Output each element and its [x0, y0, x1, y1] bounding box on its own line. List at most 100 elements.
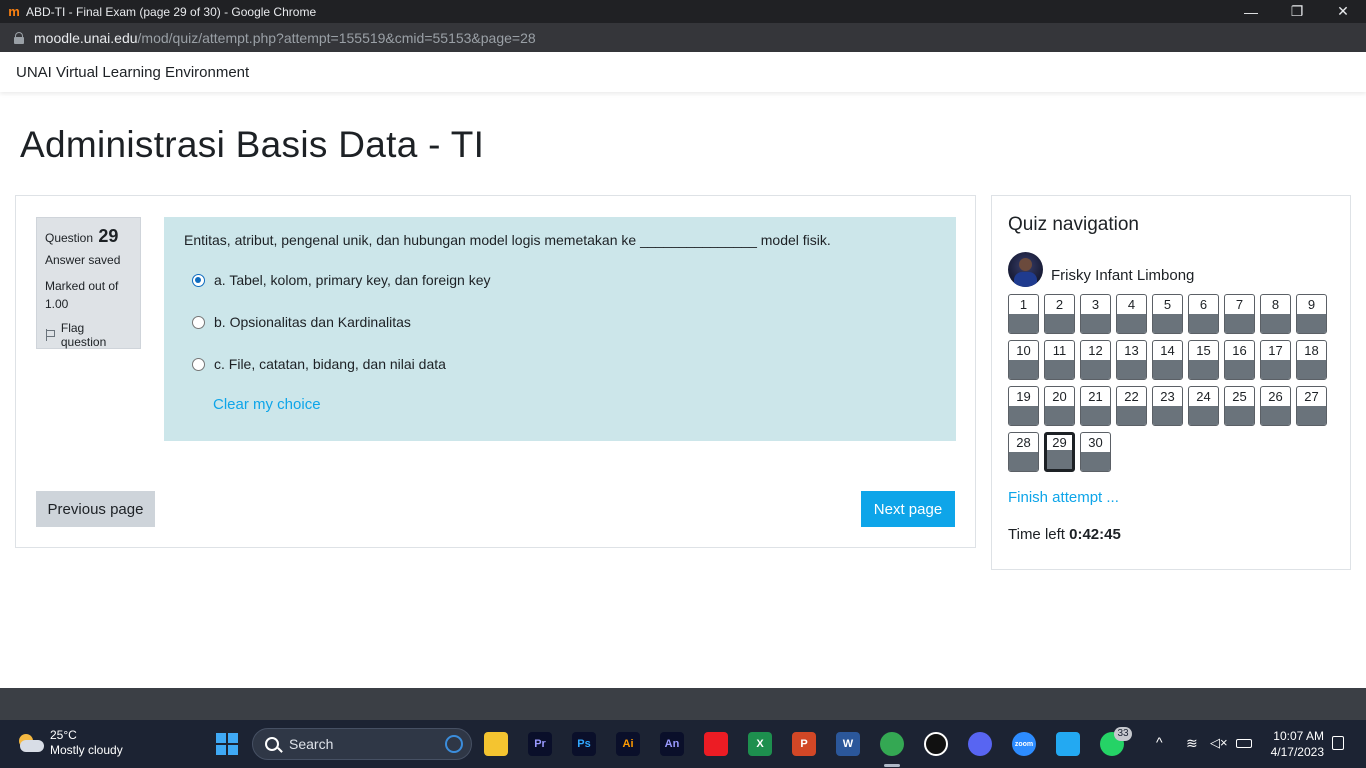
obs-icon[interactable] [924, 732, 948, 756]
file-explorer-icon[interactable] [484, 732, 508, 756]
answer-a-radio[interactable] [192, 273, 205, 287]
excel-icon[interactable]: X [748, 732, 772, 756]
vscode-icon[interactable] [1056, 732, 1080, 756]
animate-icon[interactable]: An [660, 732, 684, 756]
quiz-nav-number: 22 [1124, 389, 1139, 404]
quiz-nav-question-24[interactable]: 24 [1188, 386, 1219, 426]
restore-button[interactable]: ❐ [1274, 0, 1320, 23]
tray-chevron-icon[interactable]: ^ [1156, 734, 1163, 750]
taskbar-search[interactable]: Search [252, 728, 472, 760]
answer-option-a[interactable]: a. Tabel, kolom, primary key, dan foreig… [184, 270, 936, 290]
weather-temperature: 25°C [50, 728, 77, 742]
weather-description: Mostly cloudy [50, 743, 123, 757]
answer-c-label[interactable]: c. File, catatan, bidang, dan nilai data [214, 356, 446, 372]
photoshop-icon[interactable]: Ps [572, 732, 596, 756]
answer-option-b[interactable]: b. Opsionalitas dan Kardinalitas [184, 312, 936, 332]
discord-icon[interactable] [968, 732, 992, 756]
search-placeholder: Search [289, 736, 334, 752]
answer-b-radio[interactable] [192, 315, 205, 329]
previous-page-button[interactable]: Previous page [36, 491, 155, 527]
quiz-nav-question-9[interactable]: 9 [1296, 294, 1327, 334]
premiere-icon[interactable]: Pr [528, 732, 552, 756]
flag-icon [45, 329, 55, 341]
quiz-nav-question-15[interactable]: 15 [1188, 340, 1219, 380]
powerpoint-icon[interactable]: P [792, 732, 816, 756]
answer-a-label[interactable]: a. Tabel, kolom, primary key, dan foreig… [214, 272, 491, 288]
quiz-nav-question-28[interactable]: 28 [1008, 432, 1039, 472]
quiz-nav-number: 21 [1088, 389, 1103, 404]
quiz-nav-question-30[interactable]: 30 [1080, 432, 1111, 472]
quiz-nav-number: 18 [1304, 343, 1319, 358]
answered-indicator [1081, 452, 1110, 471]
quiz-nav-question-26[interactable]: 26 [1260, 386, 1291, 426]
taskbar-clock[interactable]: 10:07 AM 4/17/2023 [1262, 728, 1324, 760]
quiz-nav-question-23[interactable]: 23 [1152, 386, 1183, 426]
quiz-nav-question-10[interactable]: 10 [1008, 340, 1039, 380]
url-host: moodle.unai.edu [34, 29, 138, 46]
quiz-nav-number: 5 [1163, 297, 1172, 312]
quiz-nav-number: 15 [1196, 343, 1211, 358]
site-name-link[interactable]: UNAI Virtual Learning Environment [16, 64, 249, 81]
question-state: Answer saved [45, 253, 121, 267]
user-name: Frisky Infant Limbong [1051, 267, 1195, 284]
answer-c-radio[interactable] [192, 357, 205, 371]
answered-indicator [1081, 406, 1110, 425]
quiz-nav-question-7[interactable]: 7 [1224, 294, 1255, 334]
quiz-nav-question-16[interactable]: 16 [1224, 340, 1255, 380]
quiz-nav-question-21[interactable]: 21 [1080, 386, 1111, 426]
quiz-nav-question-25[interactable]: 25 [1224, 386, 1255, 426]
quiz-nav-question-29[interactable]: 29 [1044, 432, 1075, 472]
clear-choice-link[interactable]: Clear my choice [213, 396, 936, 413]
finish-attempt-link[interactable]: Finish attempt ... [1008, 489, 1119, 506]
weather-widget[interactable]: 25°C Mostly cloudy [16, 728, 123, 758]
quiz-nav-question-5[interactable]: 5 [1152, 294, 1183, 334]
answer-b-label[interactable]: b. Opsionalitas dan Kardinalitas [214, 314, 411, 330]
bing-icon[interactable] [445, 735, 463, 753]
quiz-nav-question-11[interactable]: 11 [1044, 340, 1075, 380]
next-page-button[interactable]: Next page [861, 491, 955, 527]
quiz-nav-question-17[interactable]: 17 [1260, 340, 1291, 380]
quiz-nav-question-4[interactable]: 4 [1116, 294, 1147, 334]
quiz-nav-question-3[interactable]: 3 [1080, 294, 1111, 334]
quiz-nav-question-8[interactable]: 8 [1260, 294, 1291, 334]
question-formulation: Entitas, atribut, pengenal unik, dan hub… [164, 217, 956, 441]
quiz-nav-question-2[interactable]: 2 [1044, 294, 1075, 334]
quiz-nav-number: 14 [1160, 343, 1175, 358]
quiz-nav-question-20[interactable]: 20 [1044, 386, 1075, 426]
answered-indicator [1261, 406, 1290, 425]
page-title: Administrasi Basis Data - TI [20, 124, 485, 165]
quiz-nav-question-6[interactable]: 6 [1188, 294, 1219, 334]
quiz-nav-number: 29 [1052, 435, 1067, 450]
close-button[interactable]: ✕ [1320, 0, 1366, 23]
quiz-nav-question-12[interactable]: 12 [1080, 340, 1111, 380]
answered-indicator [1009, 360, 1038, 379]
volume-muted-icon[interactable]: ◁× [1210, 735, 1228, 751]
windows-start-icon[interactable] [216, 733, 238, 755]
answered-indicator [1081, 314, 1110, 333]
acrobat-icon[interactable] [704, 732, 728, 756]
quiz-nav-question-27[interactable]: 27 [1296, 386, 1327, 426]
lock-icon[interactable] [14, 31, 24, 44]
quiz-nav-question-14[interactable]: 14 [1152, 340, 1183, 380]
quiz-nav-question-22[interactable]: 22 [1116, 386, 1147, 426]
answer-option-c[interactable]: c. File, catatan, bidang, dan nilai data [184, 354, 936, 374]
minimize-button[interactable]: — [1228, 0, 1274, 23]
quiz-nav-question-19[interactable]: 19 [1008, 386, 1039, 426]
word-icon[interactable]: W [836, 732, 860, 756]
flag-question-toggle[interactable]: Flag question [45, 321, 132, 349]
illustrator-icon[interactable]: Ai [616, 732, 640, 756]
quiz-nav-question-1[interactable]: 1 [1008, 294, 1039, 334]
battery-icon[interactable] [1236, 739, 1252, 748]
notification-center-icon[interactable] [1332, 736, 1344, 750]
quiz-nav-number: 9 [1307, 297, 1316, 312]
quiz-nav-question-13[interactable]: 13 [1116, 340, 1147, 380]
wifi-icon[interactable]: ≋ [1186, 735, 1198, 752]
zoom-icon[interactable]: zoom [1012, 732, 1036, 756]
quiz-nav-number: 6 [1199, 297, 1208, 312]
url-path: /mod/quiz/attempt.php?attempt=155519&cmi… [137, 29, 536, 46]
chrome-icon[interactable] [880, 732, 904, 756]
quiz-nav-question-18[interactable]: 18 [1296, 340, 1327, 380]
answered-indicator [1153, 406, 1182, 425]
address-bar[interactable]: moodle.unai.edu /mod/quiz/attempt.php?at… [0, 23, 1366, 52]
notification-badge: 33 [1114, 727, 1132, 741]
